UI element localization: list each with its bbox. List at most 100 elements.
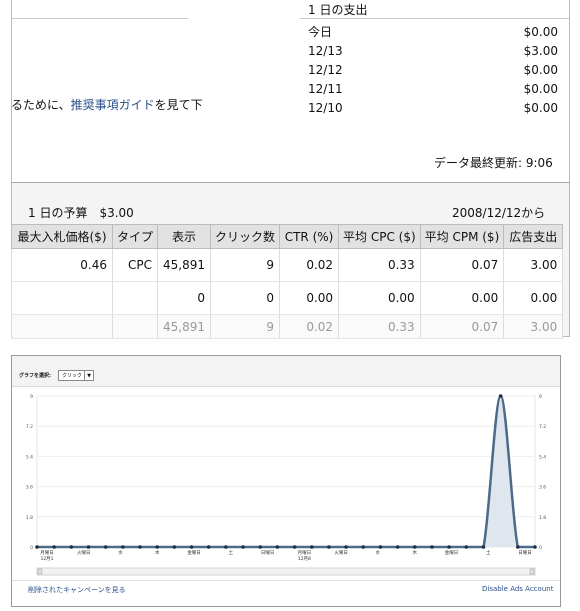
data-point <box>533 545 537 549</box>
table-cell: 0.00 <box>279 281 340 315</box>
x-tick-label: 火曜日 <box>334 550 348 556</box>
chart-area <box>37 396 535 547</box>
x-tick-label: 月曜日 <box>298 550 312 556</box>
x-tick-label: 木 <box>412 549 417 556</box>
data-point <box>430 545 434 549</box>
table-cell <box>11 281 113 315</box>
table-cell: 3.00 <box>503 248 564 282</box>
data-point <box>292 545 297 549</box>
table-cell: 3.00 <box>503 314 564 339</box>
y-tick-label: 1.8 <box>539 515 546 521</box>
graph-select-label: グラフを選択: <box>19 373 52 379</box>
table-cell: 45,891 <box>157 248 212 282</box>
y-tick-label: 9 <box>30 394 33 400</box>
x-tick-label: 土 <box>229 549 234 556</box>
spend-date: 12/12 <box>308 63 343 77</box>
data-point <box>69 545 74 549</box>
table-header-row: 最大入札価格($) タイプ 表示 クリック数 CTR (%) 平均 CPC ($… <box>11 224 564 249</box>
y-tick-label: 5.4 <box>26 454 33 460</box>
daily-spend-title: 1 日の支出 <box>308 3 368 17</box>
data-point <box>309 545 314 549</box>
spend-date: 12/13 <box>308 44 343 58</box>
spend-value: $0.00 <box>523 25 558 39</box>
data-point <box>121 545 125 549</box>
data-point <box>327 545 331 549</box>
recommendation-guide-link[interactable]: 推奨事項ガイド <box>71 98 155 112</box>
column-header-impressions[interactable]: 表示 <box>157 224 212 249</box>
x-tick-sublabel: 12月8 <box>298 556 311 562</box>
chart-scrollbar[interactable] <box>36 567 536 576</box>
column-header-avg-cpc[interactable]: 平均 CPC ($) <box>338 224 421 249</box>
spend-row: 今日 $0.00 <box>308 22 558 42</box>
data-point <box>86 545 91 549</box>
scrollbar-handle-left <box>37 568 43 575</box>
data-point <box>138 545 142 549</box>
data-point <box>155 545 160 549</box>
column-header-avg-cpm[interactable]: 平均 CPM ($) <box>419 224 505 249</box>
column-header-max-bid[interactable]: 最大入札価格($) <box>11 224 113 249</box>
data-point <box>344 545 348 549</box>
clicks-chart: 01.83.65.47.29 01.83.65.47.29 月曜日12月1火曜日… <box>26 394 546 576</box>
column-header-type[interactable]: タイプ <box>111 224 159 249</box>
column-header-ctr[interactable]: CTR (%) <box>279 224 340 249</box>
table-cell: 0.07 <box>419 248 505 282</box>
table-cell: 9 <box>210 314 281 339</box>
data-point <box>447 545 451 549</box>
y-tick-label: 7.2 <box>26 424 33 430</box>
table-total-row: 45,891 9 0.02 0.33 0.07 3.00 <box>11 314 564 339</box>
x-tick-label: 土 <box>486 549 491 556</box>
data-point <box>464 545 469 549</box>
data-point <box>35 545 39 549</box>
chart-points <box>35 394 537 549</box>
notice-text: を見て下 <box>154 98 203 112</box>
data-point <box>412 545 417 549</box>
spend-date: 12/11 <box>308 82 343 96</box>
data-point <box>172 545 177 549</box>
x-tick-label: 金曜日 <box>187 549 201 556</box>
table-cell: 0.07 <box>419 314 505 339</box>
chart-toolbar <box>12 356 560 387</box>
data-point <box>481 545 486 549</box>
spend-value: $0.00 <box>523 101 558 115</box>
daily-budget: 1 日の予算 $3.00 <box>28 206 134 220</box>
spend-row: 12/12 $0.00 <box>308 60 558 80</box>
y-tick-label: 3.6 <box>539 485 546 491</box>
table-cell: CPC <box>111 248 159 282</box>
data-point <box>258 545 263 549</box>
scrollbar-track <box>36 567 536 576</box>
table-cell: 0.46 <box>11 248 113 282</box>
table-cell: 0 <box>210 281 281 315</box>
ad-stats-table: 最大入札価格($) タイプ 表示 クリック数 CTR (%) 平均 CPC ($… <box>11 224 564 339</box>
data-point <box>516 545 520 549</box>
table-cell: 45,891 <box>157 314 212 339</box>
table-cell: 0 <box>157 281 212 315</box>
data-point <box>395 545 400 549</box>
y-tick-label: 7.2 <box>539 424 546 430</box>
table-cell: 9 <box>210 248 281 282</box>
data-point <box>224 545 228 549</box>
data-point <box>361 545 366 549</box>
graph-metric-select[interactable]: クリック ▼ <box>58 370 94 381</box>
column-header-ad-spend[interactable]: 広告支出 <box>503 224 564 249</box>
table-cell <box>111 281 159 315</box>
spend-value: $3.00 <box>523 44 558 58</box>
y-tick-label: 0 <box>30 545 33 551</box>
chart-grid <box>36 395 536 548</box>
x-tick-label: 日曜日 <box>518 550 532 556</box>
x-tick-label: 水 <box>118 549 123 556</box>
x-tick-sublabel: 12月1 <box>40 556 53 562</box>
table-cell: 0.02 <box>279 248 340 282</box>
data-point <box>206 545 211 549</box>
column-header-clicks[interactable]: クリック数 <box>210 224 281 249</box>
data-point <box>498 394 503 398</box>
table-cell: 0.00 <box>338 281 421 315</box>
y-tick-label: 3.6 <box>26 485 33 491</box>
chevron-down-icon[interactable]: ▼ <box>84 371 93 380</box>
x-tick-label: 木 <box>155 549 160 556</box>
deleted-campaigns-link[interactable]: 削除されたキャンペーンを見る <box>28 585 126 595</box>
y-tick-label: 9 <box>539 394 542 400</box>
y-axis-left: 0 1.8 3.6 5.4 7.2 9 <box>26 394 33 551</box>
table-row: 0.46 CPC 45,891 9 0.02 0.33 0.07 3.00 <box>11 248 564 282</box>
x-tick-label: 金曜日 <box>445 549 459 556</box>
disable-ads-account-link[interactable]: Disable Ads Account <box>482 585 553 593</box>
